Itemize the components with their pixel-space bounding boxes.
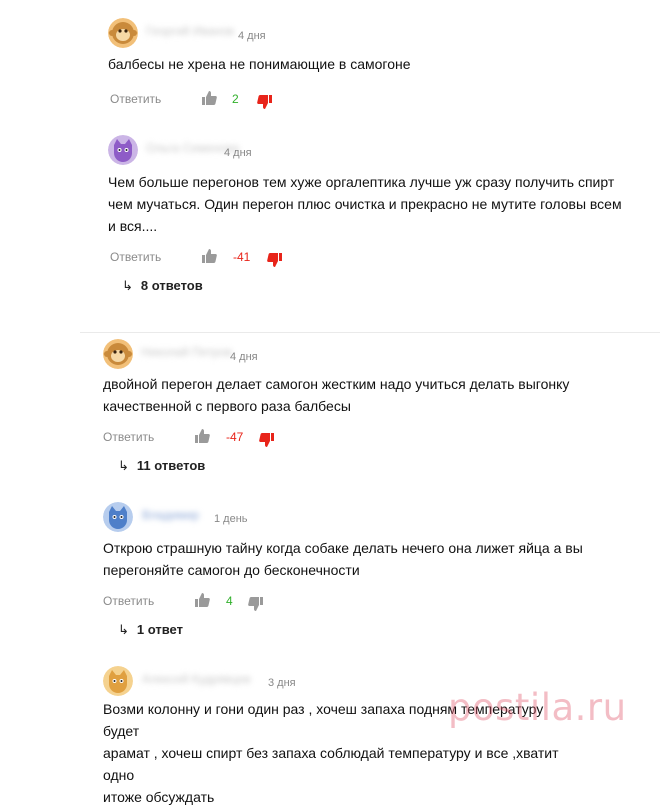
reply-button[interactable]: Ответить	[110, 250, 161, 264]
comment-text: балбесы не хрена не понимающие в самогон…	[108, 53, 628, 75]
reply-arrow-icon: ↳	[118, 622, 129, 637]
comment-actions: Ответить -47	[103, 428, 403, 448]
thumbs-up-icon[interactable]	[201, 248, 217, 264]
thumbs-down-icon[interactable]	[259, 432, 275, 448]
monkey-icon[interactable]	[103, 339, 133, 369]
comment-text-line: качественной с первого раза балбесы	[103, 398, 351, 414]
replies-count: 8 ответов	[140, 278, 203, 293]
purple-cat-icon[interactable]	[108, 135, 138, 165]
comment-text-line: Чем больше перегонов тем хуже оргалептик…	[108, 174, 615, 190]
comment-time[interactable]: 4 дня	[230, 351, 258, 363]
show-replies-button[interactable]: ↳ 11 ответов	[118, 458, 205, 474]
comment-text-line: балбесы не хрена не понимающие в самогон…	[108, 56, 411, 72]
thread-divider	[80, 332, 660, 333]
comment-time[interactable]: 3 дня	[268, 677, 296, 689]
thumbs-down-icon[interactable]	[267, 252, 283, 268]
comment-actions: Ответить 4	[103, 592, 403, 612]
blue-cat-icon[interactable]	[103, 502, 133, 532]
comment-time[interactable]: 1 день	[214, 513, 248, 525]
orange-cat-icon[interactable]	[103, 666, 133, 696]
comment-time[interactable]: 4 дня	[238, 30, 266, 42]
comment-actions: Ответить 2	[110, 90, 410, 110]
monkey-icon[interactable]	[108, 18, 138, 48]
comment-text: Чем больше перегонов тем хуже оргалептик…	[108, 171, 628, 237]
comment-text-line: Открою страшную тайну когда собаке делат…	[103, 540, 583, 556]
comment-text-line: итоже обсуждать	[103, 789, 215, 805]
comment-text-line: арамат , хочеш спирт без запаха соблюдай…	[103, 745, 559, 783]
reply-button[interactable]: Ответить	[103, 594, 154, 608]
reply-arrow-icon: ↳	[118, 458, 129, 473]
rating-score: 2	[232, 92, 239, 106]
comment-actions: Ответить -41	[110, 248, 410, 268]
thumbs-down-icon[interactable]	[257, 94, 273, 110]
watermark-logo: postila.ru	[448, 686, 627, 729]
comment-text: двойной перегон делает самогон жестким н…	[103, 373, 623, 417]
show-replies-button[interactable]: ↳ 1 ответ	[118, 622, 183, 638]
thumbs-up-icon[interactable]	[194, 428, 210, 444]
reply-arrow-icon: ↳	[122, 278, 133, 293]
author-name[interactable]: Георгий Иванов	[146, 24, 234, 38]
thumbs-up-icon[interactable]	[194, 592, 210, 608]
thumbs-down-icon[interactable]	[248, 596, 264, 612]
reply-button[interactable]: Ответить	[110, 92, 161, 106]
comment-time[interactable]: 4 дня	[224, 147, 252, 159]
replies-count: 1 ответ	[136, 622, 183, 637]
comment-text-line: и вся....	[108, 218, 158, 234]
author-name[interactable]: Николай Петров	[141, 345, 232, 359]
comment-text-line: перегоняйте самогон до бесконечности	[103, 562, 360, 578]
author-name[interactable]: Алексей Кудрявцев	[142, 672, 251, 686]
show-replies-button[interactable]: ↳ 8 ответов	[122, 278, 203, 294]
author-name[interactable]: Владимир	[142, 508, 199, 522]
rating-score: 4	[226, 594, 233, 608]
reply-button[interactable]: Ответить	[103, 430, 154, 444]
replies-count: 11 ответов	[136, 458, 206, 473]
rating-score: -41	[233, 250, 251, 264]
rating-score: -47	[226, 430, 244, 444]
comment-text: Открою страшную тайну когда собаке делат…	[103, 537, 623, 581]
comment-text-line: чем мучаться. Один перегон плюс очистка …	[108, 196, 622, 212]
thumbs-up-icon[interactable]	[201, 90, 217, 106]
comment-text-line: двойной перегон делает самогон жестким н…	[103, 376, 570, 392]
